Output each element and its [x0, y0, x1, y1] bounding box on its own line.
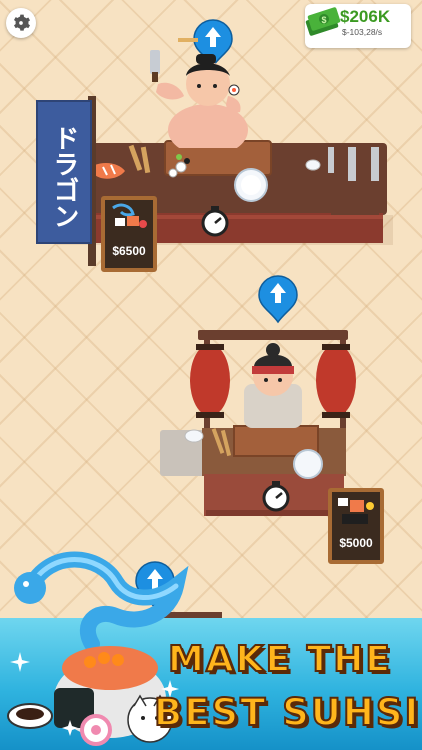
price-sign-middle[interactable]: $5000: [328, 488, 384, 564]
svg-text:$: $: [321, 15, 326, 25]
sushi-dish-icon: [338, 498, 374, 524]
price-label-top: $6500: [112, 244, 146, 258]
settings-button[interactable]: [6, 8, 36, 38]
promo-line-2: BEST SUHSI: [153, 691, 421, 735]
upgrade-bubble-middle[interactable]: [257, 274, 299, 324]
banner-text: ドラゴン: [49, 125, 79, 229]
money-amount: $206K: [340, 7, 391, 26]
cash-stack-icon: $: [305, 7, 341, 36]
promo-line-1: MAKE THE: [167, 639, 392, 681]
sumo-chef: [150, 38, 248, 148]
price-sign-top[interactable]: $6500: [101, 196, 157, 272]
sparkle-icon: [10, 652, 30, 672]
shop-banner: ドラゴン: [36, 100, 92, 244]
gear-icon: [14, 14, 30, 31]
sushi-dish-icon: [112, 203, 147, 228]
sparkle-icon: [62, 720, 78, 736]
income-rate: $-103,28/s: [342, 27, 383, 37]
price-label-middle: $5000: [339, 536, 373, 550]
